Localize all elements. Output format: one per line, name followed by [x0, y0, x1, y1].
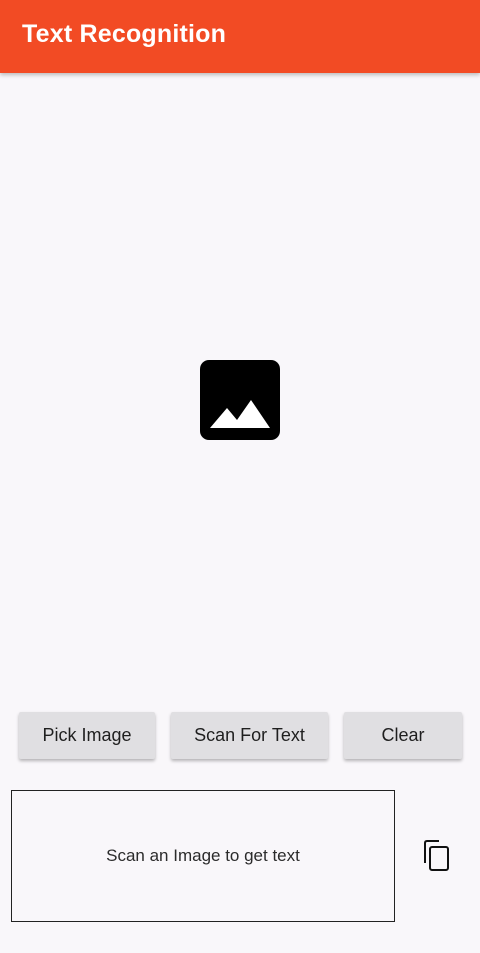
pick-image-button[interactable]: Pick Image: [19, 712, 155, 759]
clear-button[interactable]: Clear: [344, 712, 462, 759]
result-text: Scan an Image to get text: [106, 846, 300, 865]
copy-icon[interactable]: [422, 839, 452, 872]
image-placeholder-icon: [200, 360, 280, 440]
app-bar: Text Recognition: [0, 0, 480, 73]
scan-for-text-button[interactable]: Scan For Text: [171, 712, 328, 759]
result-text-box: Scan an Image to get text: [11, 790, 395, 922]
app-title: Text Recognition: [22, 20, 227, 48]
